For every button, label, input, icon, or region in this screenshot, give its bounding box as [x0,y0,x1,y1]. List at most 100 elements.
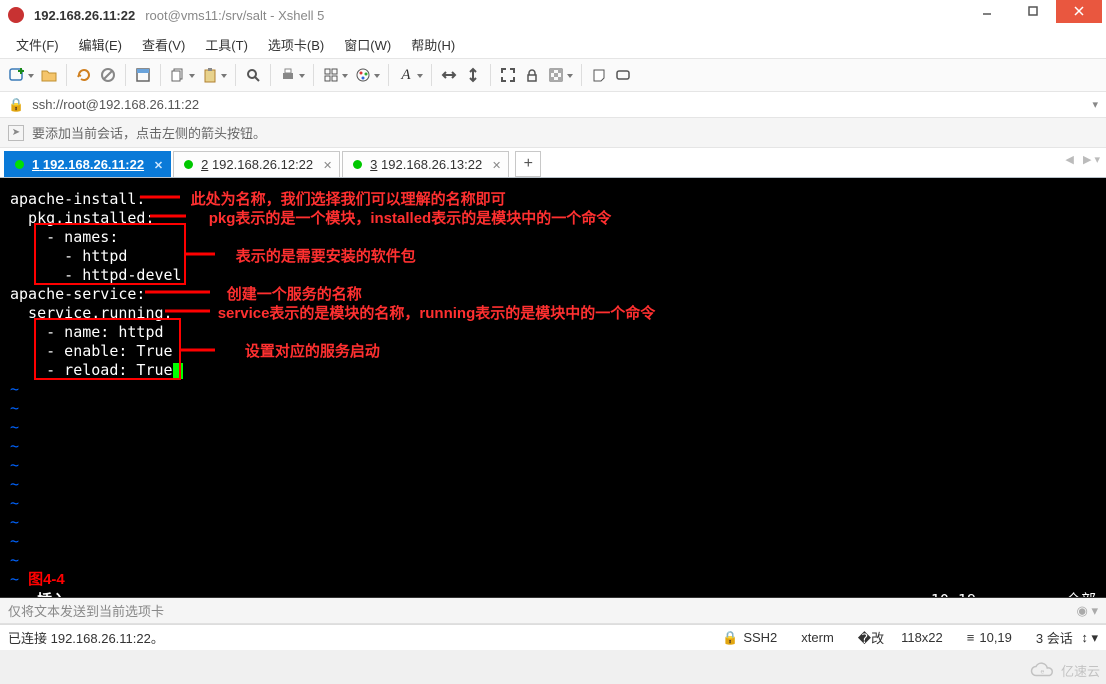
menu-file[interactable]: 文件(F) [8,32,67,57]
tilde-line: ~ [10,399,1096,418]
tab-close-icon[interactable]: ✕ [492,159,501,172]
code: - reload: True [10,361,173,379]
new-session-icon[interactable] [6,64,28,86]
terminal[interactable]: apache-install: 此处为名称，我们选择我们可以理解的名称即可 pk… [0,178,1106,598]
tab-3[interactable]: 3 192.168.26.13:22 ✕ [342,151,509,177]
tab-add-button[interactable]: + [515,151,541,177]
watermark-text: 亿速云 [1061,661,1100,680]
separator [160,64,161,86]
status-sessions: 3 会话 ↕ ▾ [1036,628,1098,647]
tilde-line: ~ [10,418,1096,437]
watermark: e 亿速云 [1027,661,1100,680]
properties-icon[interactable] [132,64,154,86]
menu-help[interactable]: 帮助(H) [403,32,463,57]
status-protocol: 🔒SSH2 [722,630,777,646]
tab-scroll-arrows[interactable]: ◀ ▶ ▾ [1065,153,1100,166]
address-url[interactable]: ssh://root@192.168.26.11:22 [32,97,199,112]
figure-label: 图4-4 [28,571,65,588]
tab-strip: 1 192.168.26.11:22 ✕ 2 192.168.26.12:22 … [0,148,1106,178]
send-bar[interactable]: 仅将文本发送到当前选项卡 ◉ ▾ [0,598,1106,624]
send-hint: 仅将文本发送到当前选项卡 [8,601,164,620]
status-connected: 已连接 192.168.26.11:22。 [8,628,164,647]
annotation: 表示的是需要安装的软件包 [236,248,416,265]
tilde-line: ~ [10,513,1096,532]
menu-window[interactable]: 窗口(W) [336,32,399,57]
tab-2[interactable]: 2 192.168.26.12:22 ✕ [173,151,340,177]
separator [581,64,582,86]
compose-icon[interactable] [612,64,634,86]
tab-label: 192.168.26.12:22 [212,157,313,172]
annotation: 此处为名称，我们选择我们可以理解的名称即可 [191,191,506,208]
lock-icon[interactable] [521,64,543,86]
horizontal-scroll-icon[interactable] [438,64,460,86]
cursor [173,363,183,379]
tilde-line: ~ [10,475,1096,494]
vim-position: 10,19 [931,591,976,598]
menu-bar: 文件(F) 编辑(E) 查看(V) 工具(T) 选项卡(B) 窗口(W) 帮助(… [0,30,1106,58]
transparency-icon[interactable] [545,64,567,86]
find-icon[interactable] [242,64,264,86]
menu-view[interactable]: 查看(V) [134,32,193,57]
tilde-line: ~ [10,456,1096,475]
menu-edit[interactable]: 编辑(E) [71,32,130,57]
app-icon [8,7,24,23]
hint-text: 要添加当前会话，点击左侧的箭头按钮。 [32,123,266,142]
separator [66,64,67,86]
code: apache-service: [10,285,145,303]
address-bar: 🔒 ssh://root@192.168.26.11:22 ▾ [0,92,1106,118]
code: - httpd [10,247,127,265]
separator [235,64,236,86]
code: - names: [10,228,118,246]
disconnect-icon[interactable] [97,64,119,86]
tab-label: 1 192.168.26.11:22 [32,157,144,172]
tab-label: 192.168.26.13:22 [381,157,482,172]
code: pkg.installed: [10,209,155,227]
vim-all: 全部 [1066,591,1096,598]
status-bar: 已连接 192.168.26.11:22。 🔒SSH2 xterm �改ﾠ118… [0,624,1106,650]
code: apache-install: [10,190,145,208]
layout-icon[interactable] [320,64,342,86]
menu-tabs[interactable]: 选项卡(B) [260,32,332,57]
font-icon[interactable]: A [395,64,417,86]
address-lock-icon: 🔒 [8,97,24,113]
code: service.running: [10,304,173,322]
annotation: service表示的是模块的名称，running表示的是模块中的一个命令 [218,305,656,322]
separator [431,64,432,86]
code: - httpd-devel [10,266,182,284]
menu-tools[interactable]: 工具(T) [197,32,256,57]
lock-icon: 🔒 [722,630,738,646]
add-session-arrow-icon[interactable]: ➤ [8,125,24,141]
tab-1[interactable]: 1 192.168.26.11:22 ✕ [4,151,171,177]
copy-icon[interactable] [167,64,189,86]
open-folder-icon[interactable] [38,64,60,86]
status-dot-icon [184,160,193,169]
vertical-scroll-icon[interactable] [462,64,484,86]
tilde-line: ~ [10,437,1096,456]
separator [490,64,491,86]
script-icon[interactable] [588,64,610,86]
svg-text:e: e [1040,668,1044,675]
send-target-icon[interactable]: ◉ ▾ [1077,603,1098,619]
maximize-button[interactable] [1010,0,1056,23]
status-size: �改ﾠ118x22 [858,628,943,647]
title-rest: root@vms11:/srv/salt - Xshell 5 [145,8,324,23]
window-buttons [964,0,1102,30]
tilde-line: ~ [10,532,1096,551]
title-bar: 192.168.26.11:22 root@vms11:/srv/salt - … [0,0,1106,30]
minimize-button[interactable] [964,0,1010,23]
status-term: xterm [801,630,834,645]
print-icon[interactable] [277,64,299,86]
tab-close-icon[interactable]: ✕ [154,159,163,172]
paste-icon[interactable] [199,64,221,86]
address-expand-icon[interactable]: ▾ [1092,98,1098,111]
tab-close-icon[interactable]: ✕ [323,159,332,172]
annotation: 创建一个服务的名称 [227,286,362,303]
color-scheme-icon[interactable] [352,64,374,86]
fullscreen-icon[interactable] [497,64,519,86]
separator [270,64,271,86]
reconnect-icon[interactable] [73,64,95,86]
separator [125,64,126,86]
tilde-line: ~ [10,551,1096,570]
close-button[interactable] [1056,0,1102,23]
annotation: 设置对应的服务启动 [245,343,380,360]
